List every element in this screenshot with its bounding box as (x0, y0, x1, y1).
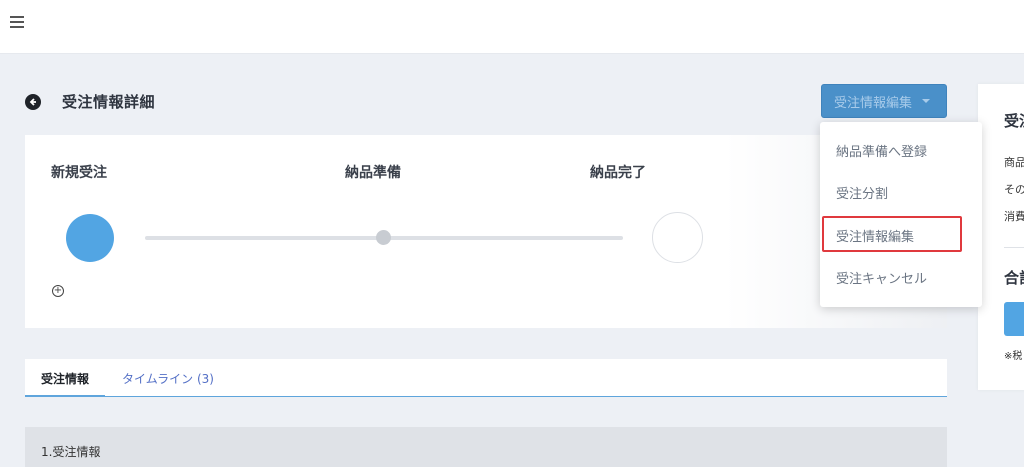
status-step-new: 新規受注 (51, 165, 107, 181)
menu-item-label: 納品準備へ登録 (836, 144, 928, 160)
summary-line: その (1004, 183, 1024, 196)
menu-item-cancel-order[interactable]: 受注キャンセル (820, 259, 982, 295)
plus-circle-icon[interactable]: + (52, 285, 64, 297)
status-circle-active (66, 214, 114, 262)
tab-order-info-label: 受注情報 (41, 371, 90, 386)
summary-line: 消費 (1004, 210, 1024, 223)
order-status-card: 新規受注 納品準備 納品完了 + (25, 135, 947, 328)
menu-item-label: 受注キャンセル (836, 271, 928, 287)
detail-tabs: 受注情報 タイムライン (3) (25, 359, 947, 397)
back-arrow-circle-icon[interactable] (25, 94, 41, 110)
summary-action-button[interactable] (1004, 302, 1024, 336)
status-step-complete: 納品完了 (590, 165, 646, 181)
summary-total-label: 合計 (1004, 269, 1024, 287)
summary-divider (1004, 247, 1024, 248)
status-step-preparing: 納品準備 (345, 165, 401, 181)
section-title: 1.受注情報 (41, 445, 101, 459)
menu-item-label: 受注分割 (836, 186, 889, 202)
menu-item-edit-order-info[interactable]: 受注情報編集 (820, 217, 982, 253)
tab-timeline[interactable]: タイムライン (3) (122, 359, 214, 397)
tab-active-underline (25, 395, 105, 397)
menu-item-label: 受注情報編集 (836, 229, 915, 245)
summary-title: 受注 (1004, 112, 1024, 130)
menu-item-register-delivery-prep[interactable]: 納品準備へ登録 (820, 132, 982, 168)
summary-note: ※税 (1004, 351, 1023, 362)
caret-down-icon (922, 99, 931, 103)
tab-order-info[interactable]: 受注情報 (41, 359, 89, 397)
top-bar (0, 0, 1024, 54)
menu-item-split-order[interactable]: 受注分割 (820, 174, 982, 210)
summary-line: 商品 (1004, 156, 1024, 169)
status-circle-pending (652, 212, 703, 263)
order-edit-dropdown-menu: 納品準備へ登録 受注分割 受注情報編集 受注キャンセル (820, 122, 982, 307)
hamburger-icon[interactable] (10, 16, 24, 28)
order-edit-dropdown-button[interactable]: 受注情報編集 (821, 84, 947, 118)
tab-timeline-label: タイムライン (3) (122, 371, 214, 386)
section-header: 1.受注情報 (25, 427, 947, 467)
status-progress-dot (376, 230, 391, 245)
order-edit-button-label: 受注情報編集 (834, 95, 913, 111)
order-summary-panel: 受注 商品 その 消費 合計 ※税 (978, 84, 1024, 390)
page-title: 受注情報詳細 (62, 93, 156, 111)
